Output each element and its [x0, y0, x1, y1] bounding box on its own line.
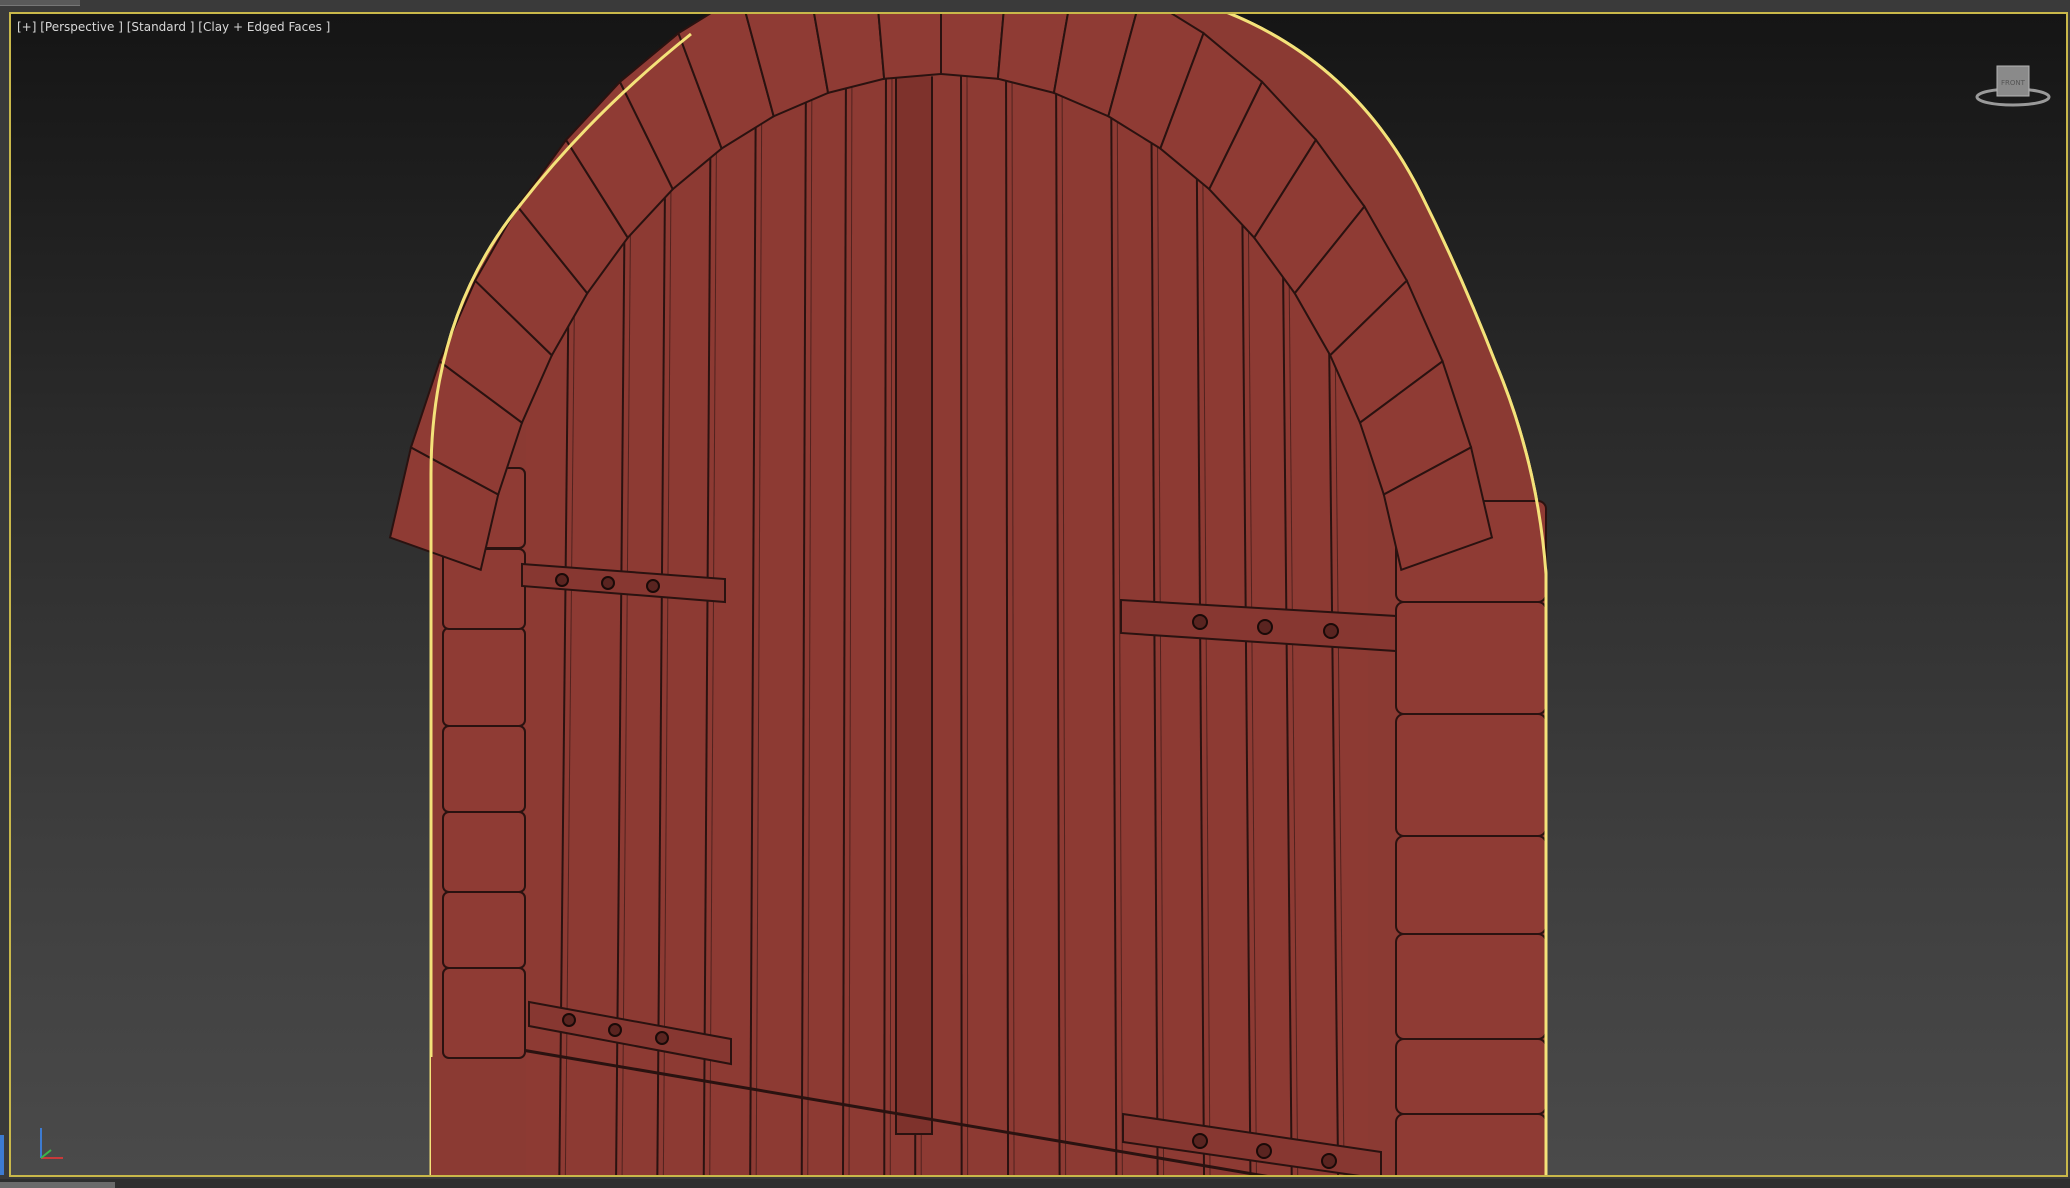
timeline-slider[interactable] — [0, 1182, 115, 1188]
perspective-viewport[interactable]: [+] [Perspective ] [Standard ] [Clay + E… — [9, 12, 2068, 1177]
axis-tripod-icon — [40, 1128, 63, 1159]
app-window: [+] [Perspective ] [Standard ] [Clay + E… — [0, 0, 2070, 1188]
status-bar — [0, 1179, 2070, 1188]
panel-accent — [0, 1135, 4, 1175]
view-cube-label: FRONT — [2001, 79, 2026, 87]
view-cube-icon[interactable]: FRONT — [1973, 52, 2053, 112]
viewport-label[interactable]: [+] [Perspective ] [Standard ] [Clay + E… — [17, 20, 330, 34]
menu-bar-stub[interactable] — [0, 0, 80, 6]
door-model[interactable] — [11, 14, 2068, 1177]
